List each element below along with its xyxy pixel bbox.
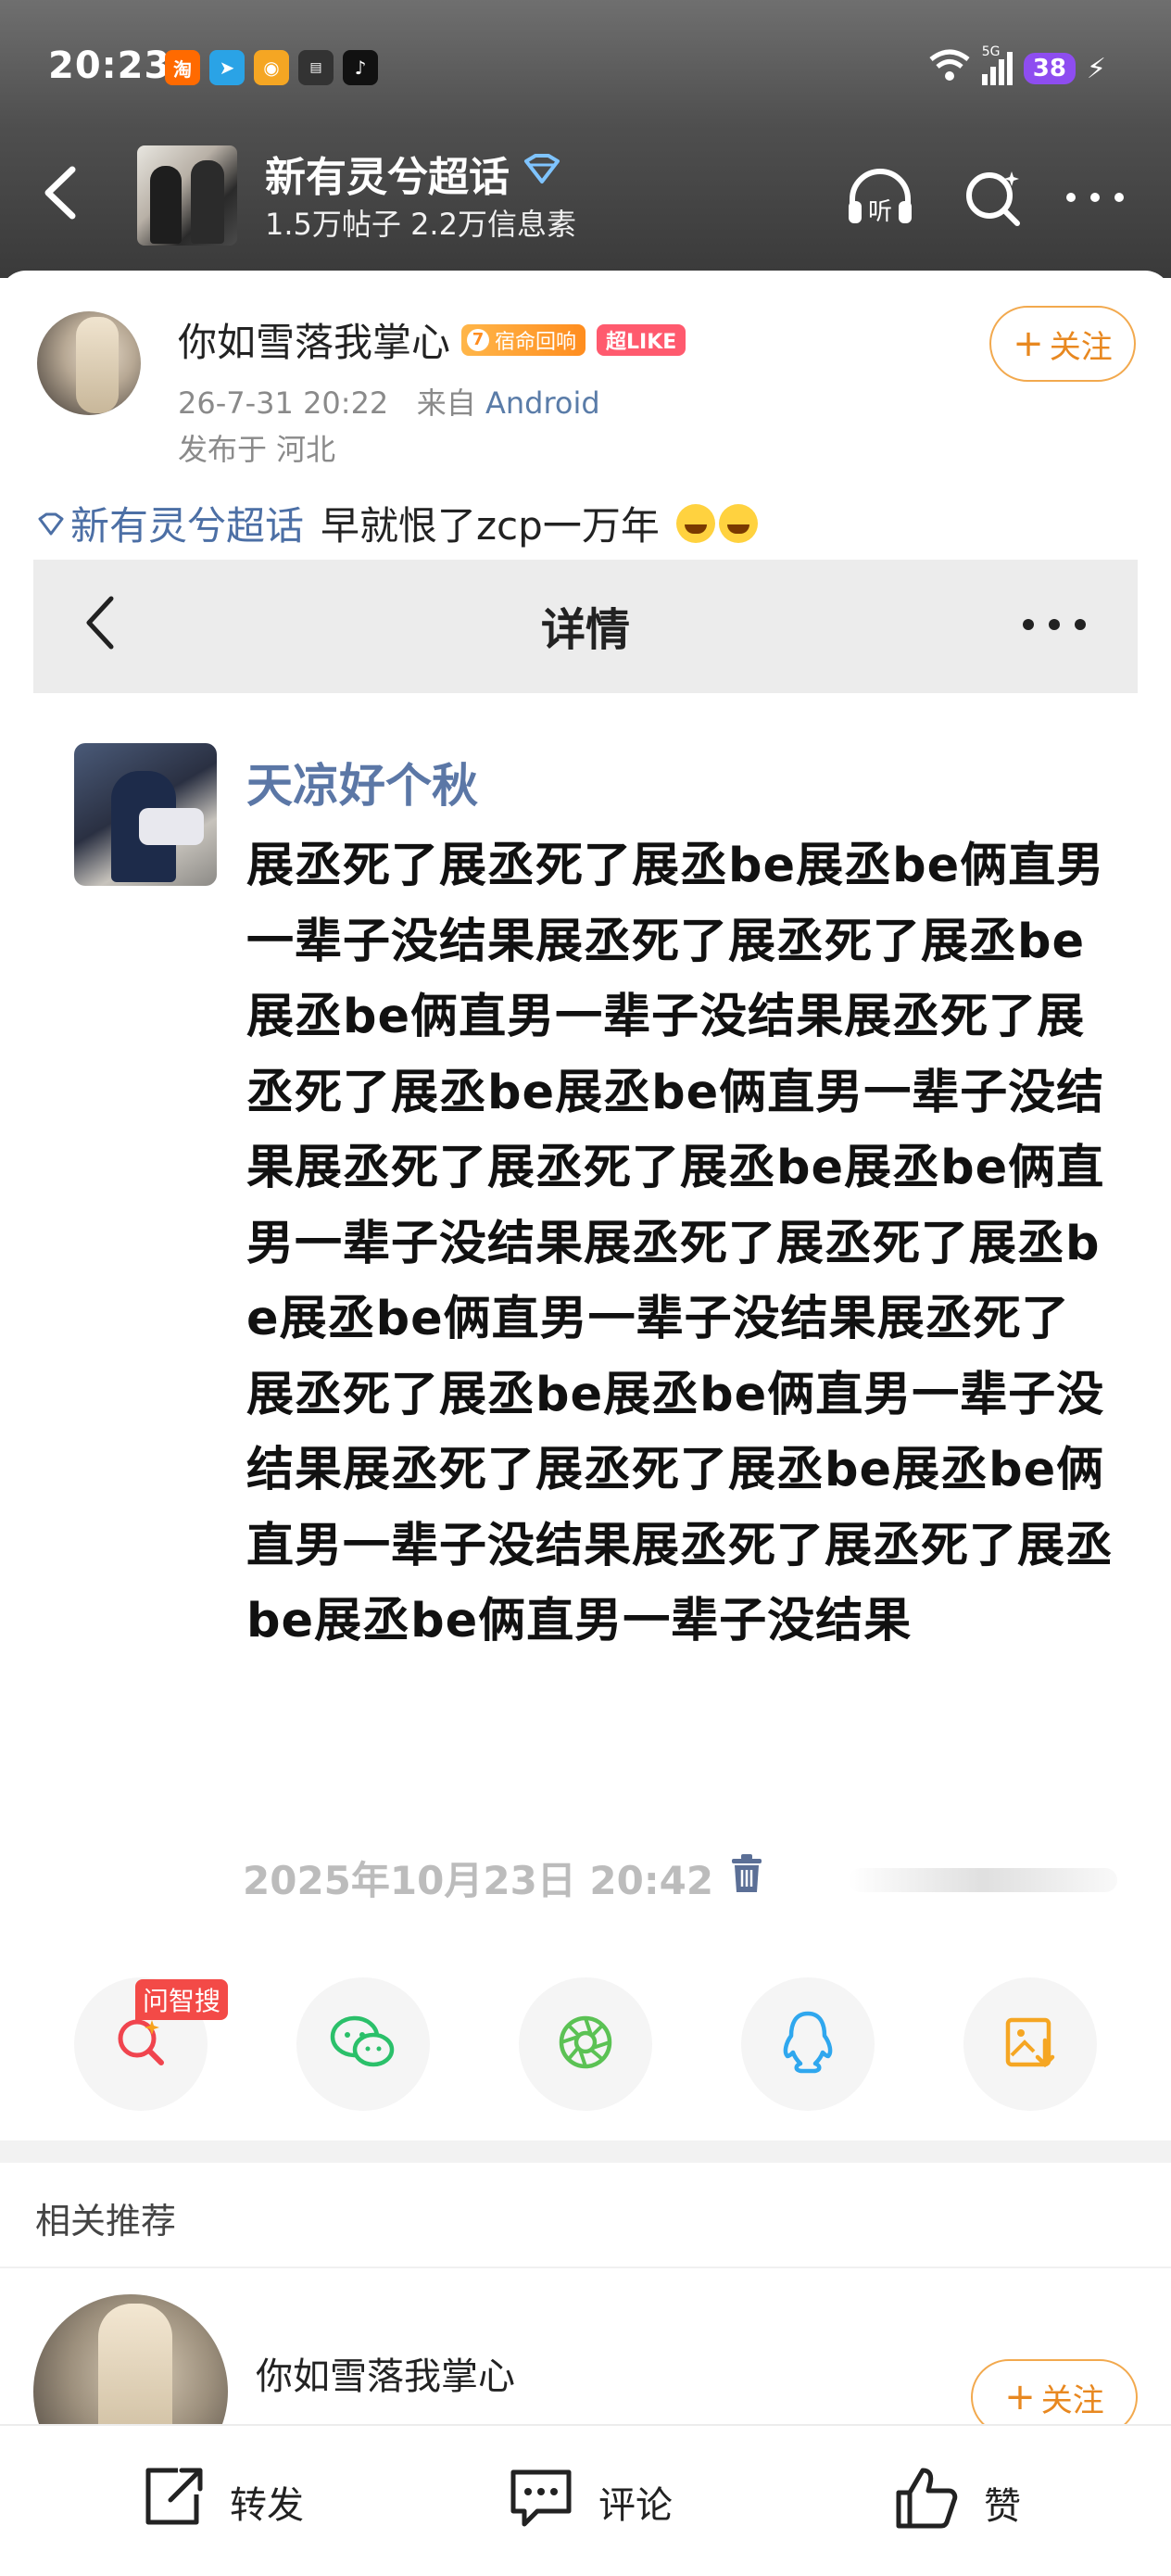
post-source[interactable]: Android (485, 385, 600, 421)
top-header: 20:23 淘 ➤ ◉ ▤ ♪ 5G 38 ⚡ 新有灵兮超话 1.5万帖子 2.… (0, 0, 1171, 278)
embed-username: 天凉好个秋 (246, 759, 478, 813)
embedded-screenshot[interactable]: 详情 天凉好个秋 展丞死了展丞死了展丞be展丞be俩直男一辈子没结果展丞死了展丞… (33, 560, 1138, 1940)
supertopic-title-row[interactable]: 新有灵兮超话 (265, 144, 563, 203)
share-wechat-button[interactable] (296, 1977, 430, 2111)
laugh-emoji-icon (675, 503, 758, 543)
super-like-badge: 超LIKE (597, 323, 686, 356)
related-follow-label: 关注 (1040, 2381, 1104, 2419)
wechat-icon (329, 2013, 397, 2076)
wenzhisou-search-icon (111, 2013, 170, 2076)
tiktok-icon: ♪ (343, 50, 378, 85)
search-icon[interactable] (954, 158, 1032, 236)
moments-icon (556, 2013, 615, 2076)
more-icon[interactable] (1056, 158, 1134, 236)
comment-label: 评论 (598, 2484, 673, 2527)
repost-icon (139, 2463, 208, 2541)
embed-date-row: 2025年10月23日 20:42 (243, 1850, 763, 1906)
divider-line (0, 2267, 1171, 2268)
thumbs-up-icon (891, 2463, 962, 2543)
author-row: 你如雪落我掌心 7 宿命回响 超LIKE (178, 311, 686, 368)
weibo-icon: ◉ (254, 50, 289, 85)
post-from-label: 来自 (416, 385, 476, 421)
supertopic-title: 新有灵兮超话 (265, 154, 510, 201)
save-image-button[interactable] (963, 1977, 1097, 2111)
post-meta: 26-7-31 20:22 来自 Android (178, 380, 600, 423)
supertopic-stats: 1.5万帖子 2.2万信息素 (265, 207, 576, 242)
share-qq-button[interactable] (741, 1977, 875, 2111)
back-icon[interactable] (33, 160, 89, 225)
notes-icon: ▤ (298, 50, 334, 85)
embed-title-bar: 详情 (33, 560, 1138, 693)
signal-icon: 5G (981, 44, 1013, 85)
like-label: 赞 (984, 2485, 1021, 2528)
save-image-icon (1001, 2013, 1060, 2076)
embed-body-text: 展丞死了展丞死了展丞be展丞be俩直男一辈子没结果展丞死了展丞死了展丞be展丞b… (246, 839, 1114, 1648)
repost-button[interactable]: 转发 (139, 2463, 304, 2541)
supertopic-nav: 新有灵兮超话 1.5万帖子 2.2万信息素 听 (0, 134, 1171, 255)
charging-icon: ⚡ (1086, 52, 1106, 85)
comment-icon (506, 2463, 576, 2541)
wenzhisou-tag: 问智搜 (135, 1979, 229, 2020)
section-divider (0, 2140, 1171, 2163)
embed-avatar (74, 743, 217, 886)
post-body-text: 早就恨了zcp一万年 (321, 503, 660, 549)
embed-more-icon (1017, 597, 1091, 663)
status-bar: 20:23 淘 ➤ ◉ ▤ ♪ 5G 38 ⚡ (0, 37, 1171, 102)
network-label: 5G (981, 44, 1001, 59)
plus-icon: + (1004, 2376, 1036, 2418)
qq-icon (778, 2010, 837, 2078)
embed-date: 2025年10月23日 20:42 (243, 1858, 714, 1903)
related-heading: 相关推荐 (35, 2201, 177, 2241)
topic-link[interactable]: 新有灵兮超话 (37, 495, 304, 551)
related-post-preview[interactable] (256, 2409, 960, 2424)
svg-text:听: 听 (868, 198, 892, 226)
diamond-icon (521, 150, 563, 197)
follow-label: 关注 (1049, 328, 1113, 366)
level-number: 7 (467, 328, 490, 351)
status-time: 20:23 (48, 44, 171, 87)
repost-label: 转发 (230, 2484, 304, 2527)
comment-button[interactable]: 评论 (506, 2463, 673, 2541)
taobao-icon: 淘 (165, 50, 200, 85)
embed-title: 详情 (540, 604, 630, 656)
battery-level: 38 (1023, 53, 1076, 84)
level-badge-text: 宿命回响 (495, 330, 577, 354)
trash-icon (730, 1853, 763, 1903)
post-location: 发布于 河北 (178, 432, 336, 467)
topic-name: 新有灵兮超话 (70, 503, 305, 549)
diamond-icon (37, 500, 65, 546)
bottom-action-bar: 转发 评论 赞 (0, 2424, 1171, 2576)
share-moments-button[interactable] (519, 1977, 652, 2111)
status-right: 5G 38 ⚡ (928, 44, 1106, 89)
author-name[interactable]: 你如雪落我掌心 (178, 311, 450, 368)
wifi-icon (928, 48, 971, 89)
blurred-area (849, 1868, 1117, 1892)
follow-button[interactable]: + 关注 (989, 306, 1136, 382)
listen-icon[interactable]: 听 (841, 158, 919, 236)
status-app-icons: 淘 ➤ ◉ ▤ ♪ (165, 50, 378, 85)
supertopic-cover-image[interactable] (137, 145, 237, 246)
post-time: 26-7-31 20:22 (178, 385, 389, 421)
telegram-icon: ➤ (209, 50, 245, 85)
related-author-name[interactable]: 你如雪落我掌心 (256, 2346, 515, 2400)
like-button[interactable]: 赞 (891, 2463, 1021, 2543)
post-text: 新有灵兮超话 早就恨了zcp一万年 (37, 495, 758, 551)
level-badge: 7 宿命回响 (461, 323, 586, 356)
plus-icon: + (1013, 322, 1044, 365)
author-avatar[interactable] (37, 311, 141, 415)
